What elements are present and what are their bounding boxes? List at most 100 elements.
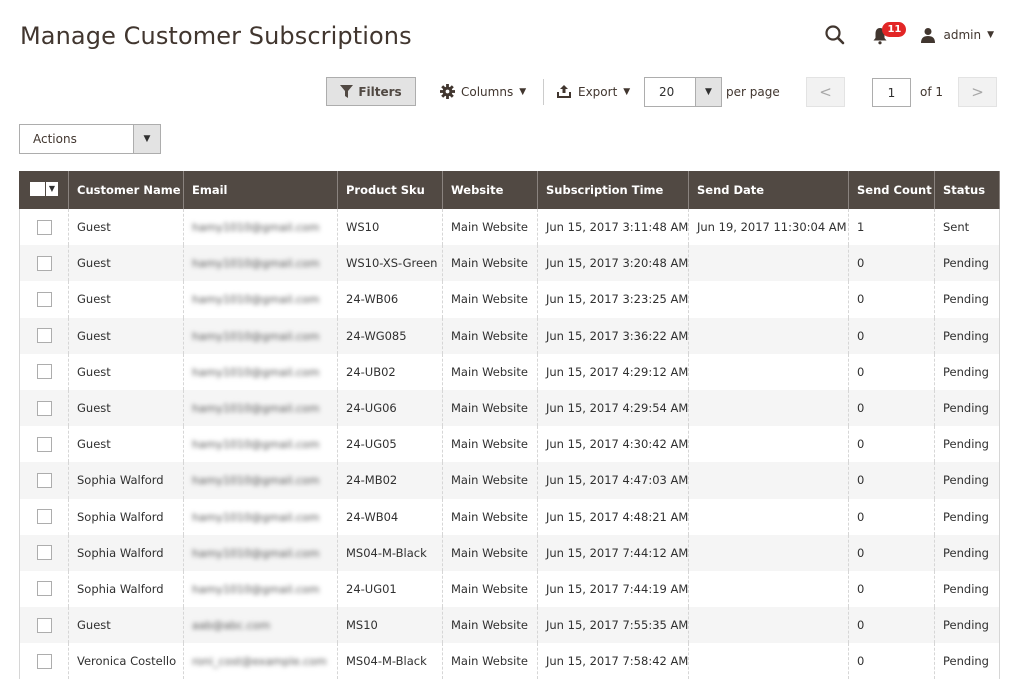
- row-select-cell: [19, 353, 69, 390]
- actions-dropdown[interactable]: Actions ▼: [19, 124, 161, 154]
- actions-label: Actions: [33, 132, 77, 146]
- header-actions: 11 admin ▼: [824, 22, 994, 48]
- per-page-value: 20: [659, 85, 675, 99]
- customer-name-cell: Sophia Walford: [68, 570, 184, 608]
- table-row[interactable]: Veronica Costello roni_cost@example.com MS…: [19, 643, 1000, 680]
- customer-name-cell: Sophia Walford: [68, 462, 184, 499]
- column-header-status[interactable]: Status: [934, 171, 1000, 209]
- chevron-down-icon: ▼: [987, 30, 994, 40]
- customer-name-cell: Guest: [68, 317, 184, 354]
- status-cell: Pending: [934, 607, 1000, 644]
- filters-button[interactable]: Filters: [326, 77, 416, 106]
- row-checkbox[interactable]: [36, 328, 52, 344]
- subscriptions-grid: ▼ Customer Name Email Product Sku Websit…: [19, 171, 1000, 680]
- export-dropdown[interactable]: Export ▼: [556, 77, 630, 106]
- send-count-cell: 0: [848, 281, 935, 318]
- row-checkbox[interactable]: [36, 653, 52, 669]
- next-page-button[interactable]: >: [958, 77, 997, 107]
- send-date-cell: [688, 389, 849, 427]
- column-header-customer-name[interactable]: Customer Name: [68, 171, 184, 209]
- send-date-cell: [688, 534, 849, 571]
- row-checkbox[interactable]: [36, 364, 52, 380]
- row-checkbox[interactable]: [36, 617, 52, 633]
- subscription-time-cell: Jun 15, 2017 7:44:12 AM: [537, 534, 689, 571]
- row-checkbox[interactable]: [36, 400, 52, 416]
- row-select-cell: [19, 462, 69, 499]
- status-cell: Pending: [934, 462, 1000, 499]
- customer-name-cell: Sophia Walford: [68, 534, 184, 571]
- subscription-time-cell: Jun 15, 2017 4:29:54 AM: [537, 389, 689, 427]
- admin-user-menu[interactable]: admin ▼: [920, 27, 994, 43]
- send-count-cell: 0: [848, 389, 935, 427]
- table-row[interactable]: Guest hamy1010@gmail.com 24-UG05 Main Websi…: [19, 426, 1000, 463]
- mass-select-checkbox[interactable]: [30, 181, 45, 196]
- row-checkbox[interactable]: [36, 545, 52, 561]
- search-icon[interactable]: [824, 24, 846, 46]
- row-checkbox[interactable]: [36, 219, 52, 235]
- table-row[interactable]: Sophia Walford hamy1010@gmail.com 24-WB04 M…: [19, 498, 1000, 535]
- column-header-email[interactable]: Email: [183, 171, 338, 209]
- chevron-left-icon: <: [819, 83, 832, 101]
- email-cell: hamy1010@gmail.com: [183, 389, 338, 427]
- email-cell: roni_cost@example.com: [183, 643, 338, 680]
- email-value-redacted: roni_cost@example.com: [192, 655, 327, 669]
- table-row[interactable]: Guest hamy1010@gmail.com 24-WG085 Main Webs…: [19, 317, 1000, 354]
- row-select-cell: [19, 498, 69, 535]
- column-header-send-count[interactable]: Send Count: [848, 171, 935, 209]
- table-row[interactable]: Sophia Walford hamy1010@gmail.com 24-MB02 M…: [19, 462, 1000, 499]
- subscription-time-cell: Jun 15, 2017 7:58:42 AM: [537, 643, 689, 680]
- column-header-product-sku[interactable]: Product Sku: [337, 171, 443, 209]
- user-icon: [921, 28, 936, 43]
- subscription-time-cell: Jun 15, 2017 3:11:48 AM: [537, 209, 689, 246]
- customer-name-cell: Guest: [68, 245, 184, 282]
- subscription-time-cell: Jun 15, 2017 7:44:19 AM: [537, 570, 689, 608]
- email-value-redacted: hamy1010@gmail.com: [192, 293, 320, 307]
- send-count-cell: 0: [848, 245, 935, 282]
- row-checkbox[interactable]: [36, 472, 52, 488]
- row-checkbox[interactable]: [36, 436, 52, 452]
- table-row[interactable]: Sophia Walford hamy1010@gmail.com 24-UG01 M…: [19, 570, 1000, 608]
- table-row[interactable]: Sophia Walford hamy1010@gmail.com MS04-M-B…: [19, 534, 1000, 571]
- table-row[interactable]: Guest hamy1010@gmail.com 24-UB02 Main Websi…: [19, 353, 1000, 390]
- status-cell: Pending: [934, 245, 1000, 282]
- subscription-time-cell: Jun 15, 2017 3:36:22 AM: [537, 317, 689, 354]
- table-row[interactable]: Guest hamy1010@gmail.com 24-WB06 Main Websi…: [19, 281, 1000, 318]
- row-checkbox[interactable]: [36, 581, 52, 597]
- send-count-cell: 0: [848, 426, 935, 463]
- table-row[interactable]: Guest hamy1010@gmail.com 24-UG06 Main Websi…: [19, 389, 1000, 427]
- per-page-select[interactable]: 20 ▼: [644, 77, 722, 107]
- table-row[interactable]: Guest hamy1010@gmail.com WS10-XS-Green Main…: [19, 245, 1000, 282]
- column-header-send-date[interactable]: Send Date: [688, 171, 849, 209]
- row-checkbox[interactable]: [36, 255, 52, 271]
- table-row[interactable]: Guest aab@abc.com MS10 Main Website Jun 15, …: [19, 607, 1000, 644]
- filters-label: Filters: [358, 84, 402, 99]
- send-date-cell: [688, 607, 849, 644]
- status-cell: Pending: [934, 643, 1000, 680]
- email-cell: hamy1010@gmail.com: [183, 209, 338, 246]
- email-cell: hamy1010@gmail.com: [183, 462, 338, 499]
- subscription-time-cell: Jun 15, 2017 4:48:21 AM: [537, 498, 689, 535]
- row-checkbox[interactable]: [36, 509, 52, 525]
- columns-dropdown[interactable]: Columns ▼: [440, 77, 526, 106]
- column-header-subscription-time[interactable]: Subscription Time: [537, 171, 689, 209]
- product-sku-cell: 24-UB02: [337, 353, 443, 390]
- filter-icon: [340, 85, 354, 98]
- row-select-cell: [19, 317, 69, 354]
- customer-name-cell: Guest: [68, 607, 184, 644]
- mass-select-dropdown[interactable]: ▼: [30, 181, 58, 196]
- chevron-down-icon: ▼: [695, 78, 721, 106]
- row-checkbox[interactable]: [36, 291, 52, 307]
- email-cell: hamy1010@gmail.com: [183, 534, 338, 571]
- column-header-website[interactable]: Website: [442, 171, 538, 209]
- product-sku-cell: MS04-M-Black: [337, 534, 443, 571]
- website-cell: Main Website: [442, 317, 538, 354]
- current-page-input[interactable]: [872, 78, 911, 107]
- product-sku-cell: 24-UG06: [337, 389, 443, 427]
- send-date-cell: [688, 353, 849, 390]
- notifications-button[interactable]: 11: [872, 22, 907, 46]
- table-row[interactable]: Guest hamy1010@gmail.com WS10 Main Website J…: [19, 209, 1000, 246]
- send-count-cell: 0: [848, 317, 935, 354]
- website-cell: Main Website: [442, 643, 538, 680]
- previous-page-button[interactable]: <: [806, 77, 845, 107]
- chevron-down-icon: ▼: [623, 86, 631, 97]
